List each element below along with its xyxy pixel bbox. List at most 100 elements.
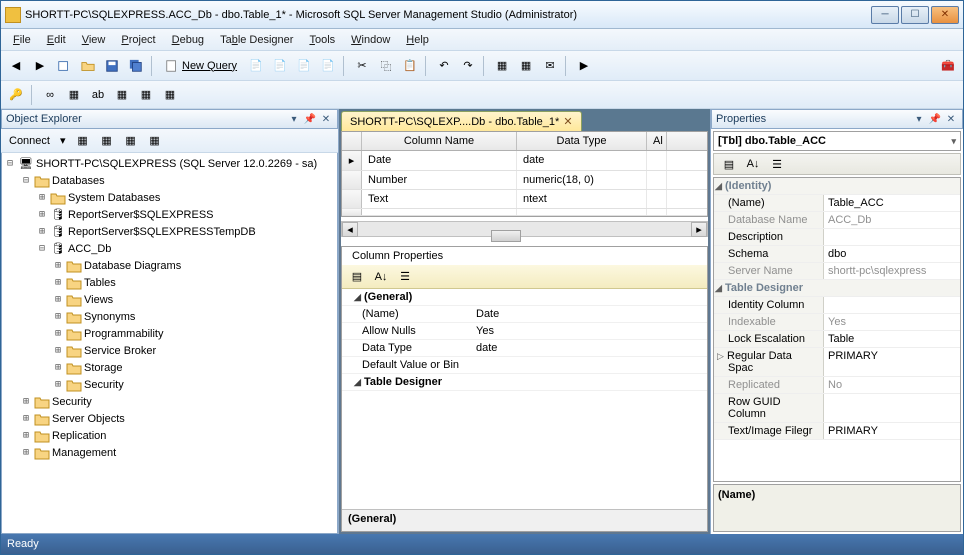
column-properties-tab[interactable]: Column Properties bbox=[341, 246, 708, 265]
oe-dropdown-icon[interactable]: ▾ bbox=[287, 112, 301, 126]
tree-item[interactable]: Security bbox=[84, 379, 124, 391]
cp-name-value[interactable]: Date bbox=[472, 306, 707, 322]
forward-button[interactable]: ▶ bbox=[29, 55, 51, 77]
tree-databases[interactable]: Databases bbox=[52, 175, 105, 187]
column-grid[interactable]: Column Name Data Type Al ▸DatedateNumber… bbox=[341, 131, 708, 217]
db-query4-button[interactable]: 📄 bbox=[317, 55, 339, 77]
index-button[interactable]: ▦ bbox=[63, 84, 85, 106]
tree-item[interactable]: Views bbox=[84, 294, 113, 306]
prop-desc-value[interactable] bbox=[824, 229, 960, 245]
tree-sysdb[interactable]: System Databases bbox=[68, 192, 160, 204]
key-button[interactable]: 🔑 bbox=[5, 84, 27, 106]
property-grid[interactable]: ◢(Identity) (Name)Table_ACC Database Nam… bbox=[713, 177, 961, 482]
tree-item[interactable]: Service Broker bbox=[84, 345, 156, 357]
tool-a-button[interactable]: ▦ bbox=[491, 55, 513, 77]
prop-schema-value[interactable]: dbo bbox=[824, 246, 960, 262]
table-row[interactable]: Textntext bbox=[342, 190, 707, 209]
cp-az-button[interactable]: A↓ bbox=[370, 266, 392, 288]
object-tree[interactable]: ⊟🖥SHORTT-PC\SQLEXPRESS (SQL Server 12.0.… bbox=[1, 153, 338, 534]
tree-server[interactable]: SHORTT-PC\SQLEXPRESS (SQL Server 12.0.22… bbox=[36, 158, 317, 170]
tree-item[interactable]: Server Objects bbox=[52, 413, 125, 425]
grid-header-name[interactable]: Column Name bbox=[362, 132, 517, 150]
tree-item[interactable]: Security bbox=[52, 396, 92, 408]
script-button[interactable]: ▦ bbox=[159, 84, 181, 106]
tool-b-button[interactable]: ▦ bbox=[515, 55, 537, 77]
scroll-left-icon[interactable]: ◂ bbox=[342, 222, 358, 237]
prop-page-button[interactable]: ☰ bbox=[766, 153, 788, 175]
cp-cat-general[interactable]: (General) bbox=[364, 291, 412, 303]
menu-file[interactable]: File bbox=[5, 32, 39, 48]
oe-close-icon[interactable]: ✕ bbox=[319, 112, 333, 126]
prop-cat-identity[interactable]: (Identity) bbox=[725, 180, 771, 192]
chevron-down-icon[interactable]: ▾ bbox=[951, 136, 956, 147]
tool-c-button[interactable]: ✉ bbox=[539, 55, 561, 77]
grid-header-nulls[interactable]: Al bbox=[647, 132, 667, 150]
menu-tabledesigner[interactable]: Table Designer bbox=[212, 32, 301, 48]
prop-identitycol-value[interactable] bbox=[824, 297, 960, 313]
table-row[interactable]: ▸Datedate bbox=[342, 151, 707, 171]
menu-tools[interactable]: Tools bbox=[301, 32, 343, 48]
grid-header-type[interactable]: Data Type bbox=[517, 132, 647, 150]
cp-cat-button[interactable]: ▤ bbox=[346, 266, 368, 288]
oe-tool3[interactable]: ▦ bbox=[120, 130, 142, 152]
connect-button[interactable]: Connect bbox=[5, 135, 54, 147]
cp-cat-td[interactable]: Table Designer bbox=[364, 376, 442, 388]
copy-button[interactable]: ⿻ bbox=[375, 55, 397, 77]
new-query-button[interactable]: New Query bbox=[159, 57, 243, 75]
scroll-thumb[interactable] bbox=[491, 230, 521, 242]
cp-allownulls-value[interactable]: Yes bbox=[472, 323, 707, 339]
table-row[interactable]: Numbernumeric(18, 0) bbox=[342, 171, 707, 190]
db-query-button[interactable]: 📄 bbox=[245, 55, 267, 77]
execute-button[interactable]: ▶ bbox=[573, 55, 595, 77]
open-button[interactable] bbox=[77, 55, 99, 77]
minimize-button[interactable]: ─ bbox=[871, 6, 899, 24]
prop-close-icon[interactable]: ✕ bbox=[944, 112, 958, 126]
prop-cat-button[interactable]: ▤ bbox=[718, 153, 740, 175]
check-button[interactable]: ab bbox=[87, 84, 109, 106]
scroll-right-icon[interactable]: ▸ bbox=[691, 222, 707, 237]
prop-dropdown-icon[interactable]: ▾ bbox=[912, 112, 926, 126]
menu-edit[interactable]: Edit bbox=[39, 32, 74, 48]
prop-rds-value[interactable]: PRIMARY bbox=[824, 348, 960, 376]
menu-window[interactable]: Window bbox=[343, 32, 398, 48]
cut-button[interactable]: ✂ bbox=[351, 55, 373, 77]
prop-name-value[interactable]: Table_ACC bbox=[824, 195, 960, 211]
maximize-button[interactable]: ☐ bbox=[901, 6, 929, 24]
back-button[interactable]: ◀ bbox=[5, 55, 27, 77]
prop-lock-value[interactable]: Table bbox=[824, 331, 960, 347]
tree-item[interactable]: Management bbox=[52, 447, 116, 459]
menu-project[interactable]: Project bbox=[113, 32, 163, 48]
cp-default-value[interactable] bbox=[472, 357, 707, 373]
tree-accdb[interactable]: ACC_Db bbox=[68, 243, 111, 255]
menu-help[interactable]: Help bbox=[398, 32, 437, 48]
oe-pin-icon[interactable]: 📌 bbox=[303, 112, 317, 126]
tree-item[interactable]: Tables bbox=[84, 277, 116, 289]
tree-item[interactable]: Database Diagrams bbox=[84, 260, 181, 272]
tree-item[interactable]: Replication bbox=[52, 430, 106, 442]
undo-button[interactable]: ↶ bbox=[433, 55, 455, 77]
horizontal-scrollbar[interactable]: ◂ ▸ bbox=[341, 221, 708, 237]
prop-object-selector[interactable]: [Tbl] dbo.Table_ACC▾ bbox=[713, 131, 961, 151]
prop-pin-icon[interactable]: 📌 bbox=[928, 112, 942, 126]
oe-tool1[interactable]: ▦ bbox=[72, 130, 94, 152]
menu-debug[interactable]: Debug bbox=[164, 32, 212, 48]
db-query3-button[interactable]: 📄 bbox=[293, 55, 315, 77]
cp-datatype-value[interactable]: date bbox=[472, 340, 707, 356]
toolbox-button[interactable]: 🧰 bbox=[937, 55, 959, 77]
cp-page-button[interactable]: ☰ bbox=[394, 266, 416, 288]
tree-rs1[interactable]: ReportServer$SQLEXPRESS bbox=[68, 209, 214, 221]
tree-item[interactable]: Programmability bbox=[84, 328, 163, 340]
tool2-button[interactable]: ▦ bbox=[111, 84, 133, 106]
oe-tool4[interactable]: ▦ bbox=[144, 130, 166, 152]
tree-rs2[interactable]: ReportServer$SQLEXPRESSTempDB bbox=[68, 226, 256, 238]
prop-rowguid-value[interactable] bbox=[824, 394, 960, 422]
oe-tool2[interactable]: ▦ bbox=[96, 130, 118, 152]
redo-button[interactable]: ↷ bbox=[457, 55, 479, 77]
tree-item[interactable]: Synonyms bbox=[84, 311, 135, 323]
paste-button[interactable]: 📋 bbox=[399, 55, 421, 77]
rel-button[interactable]: ∞ bbox=[39, 84, 61, 106]
save-button[interactable] bbox=[101, 55, 123, 77]
new-project-button[interactable] bbox=[53, 55, 75, 77]
prop-cat-td[interactable]: Table Designer bbox=[725, 282, 803, 294]
connect-dd-icon[interactable]: ▾ bbox=[56, 134, 70, 147]
